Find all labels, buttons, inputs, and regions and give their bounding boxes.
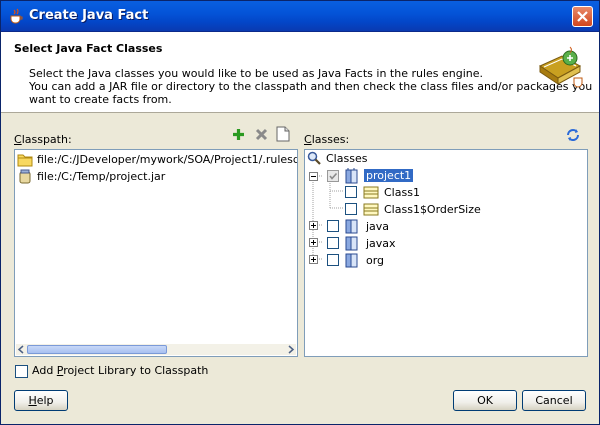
package-icon: [345, 253, 358, 268]
title-bar: Create Java Fact: [1, 1, 599, 32]
help-button[interactable]: Help: [14, 390, 68, 411]
button-label: Cancel: [535, 394, 573, 407]
java-coffee-icon: [10, 8, 23, 24]
classpath-label: Classpath:: [14, 133, 72, 146]
header-title: Select Java Fact Classes: [14, 42, 163, 55]
label-text: roject Library to Classpath: [63, 364, 209, 377]
mnemonic: H: [28, 394, 37, 407]
tree-item-label: Class1$OrderSize: [384, 203, 481, 216]
jar-icon: [19, 169, 31, 184]
classes-label: Classes:: [304, 133, 349, 146]
package-checkbox[interactable]: [327, 220, 339, 232]
header-description: Select the Java classes you would like t…: [29, 67, 593, 106]
add-project-library-checkbox[interactable]: [15, 365, 28, 378]
project-checkbox[interactable]: [327, 170, 339, 182]
dialog-window: Create Java Fact Select Java Fact Classe…: [0, 0, 600, 425]
scroll-right-icon[interactable]: [285, 344, 296, 355]
cancel-button[interactable]: Cancel: [522, 390, 586, 411]
description-line: want to create facts from.: [29, 93, 172, 106]
package-checkbox[interactable]: [327, 254, 339, 266]
tree-item-org[interactable]: org: [366, 252, 384, 269]
classes-tree[interactable]: Classes project1 Class1 Class1$OrderSize…: [304, 149, 588, 357]
list-item-label: file:/C:/JDeveloper/mywork/SOA/Project1/…: [37, 153, 298, 166]
refresh-icon[interactable]: [565, 127, 581, 143]
add-project-library-label[interactable]: Add Project Library to Classpath: [32, 364, 208, 377]
class-checkbox[interactable]: [345, 203, 357, 215]
label-text: Add: [32, 364, 57, 377]
expand-toggle[interactable]: [309, 238, 318, 247]
package-icon: [345, 236, 358, 251]
description-line: You can add a JAR file or directory to t…: [29, 80, 593, 93]
scroll-left-icon[interactable]: [16, 344, 27, 355]
tree-item-label: java: [366, 220, 390, 233]
mnemonic: C: [304, 133, 312, 146]
tree-item-label: Class1: [384, 186, 420, 199]
classpath-list[interactable]: file:/C:/JDeveloper/mywork/SOA/Project1/…: [14, 149, 298, 357]
label-text: lasses:: [311, 133, 350, 146]
collapse-toggle[interactable]: [309, 172, 318, 181]
tree-item-project[interactable]: project1: [364, 167, 414, 184]
button-label: elp: [36, 394, 54, 407]
folder-icon: [17, 154, 33, 167]
class-icon: [363, 186, 379, 199]
tree-item-javax[interactable]: javax: [366, 235, 396, 252]
tree-item-label: org: [366, 254, 385, 267]
class-checkbox[interactable]: [345, 186, 357, 198]
horizontal-scrollbar[interactable]: [16, 344, 296, 355]
package-checkbox[interactable]: [327, 237, 339, 249]
tree-item-class[interactable]: Class1: [384, 184, 420, 201]
package-icon: [345, 168, 358, 184]
remove-icon[interactable]: [254, 127, 269, 142]
java-fact-book-icon: [538, 46, 583, 88]
button-label: OK: [477, 394, 493, 407]
mnemonic: C: [14, 133, 22, 146]
scrollbar-thumb[interactable]: [27, 345, 167, 354]
label-text: lasspath:: [21, 133, 72, 146]
class-icon: [363, 203, 379, 216]
close-button[interactable]: [572, 6, 593, 27]
dialog-header: Select Java Fact Classes Select the Java…: [1, 32, 599, 113]
window-title: Create Java Fact: [29, 8, 149, 23]
tree-item-class[interactable]: Class1$OrderSize: [384, 201, 481, 218]
new-file-icon[interactable]: [276, 126, 290, 142]
list-item-label: file:/C:/Temp/project.jar: [37, 170, 166, 183]
description-line: Select the Java classes you would like t…: [29, 67, 484, 80]
tree-item-label: project1: [364, 169, 414, 182]
check-icon: [329, 172, 338, 180]
tree-item-label: javax: [366, 237, 396, 250]
ok-button[interactable]: OK: [453, 390, 517, 411]
tree-item-java[interactable]: java: [366, 218, 389, 235]
close-icon: [577, 11, 588, 22]
package-icon: [345, 219, 358, 234]
add-icon[interactable]: [231, 127, 246, 142]
expand-toggle[interactable]: [309, 255, 318, 264]
expand-toggle[interactable]: [309, 221, 318, 230]
